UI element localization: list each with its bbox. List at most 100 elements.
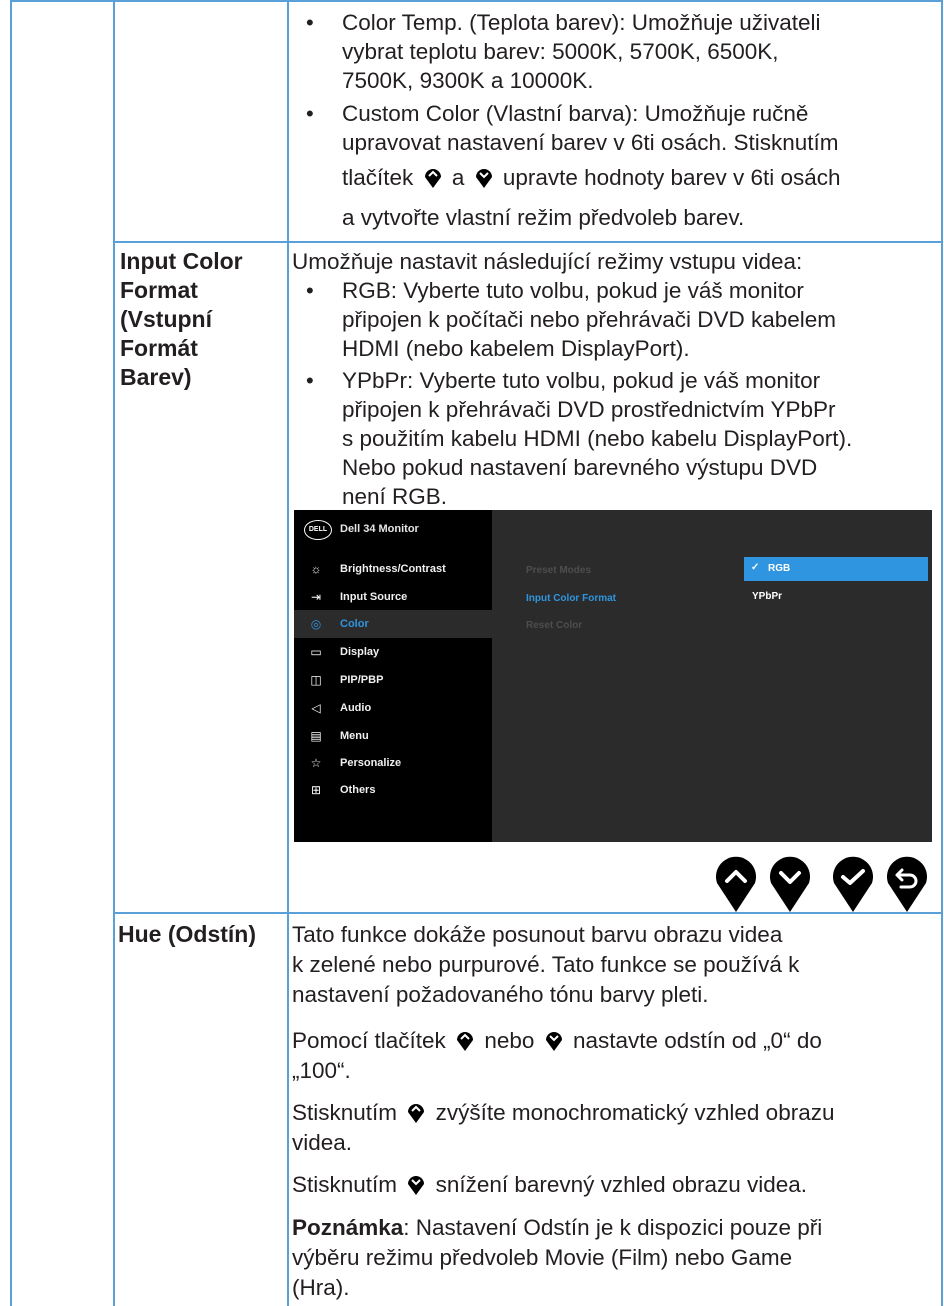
ypbpr-line-5: není RGB. — [342, 484, 448, 509]
hue-p3-b: zvýšíte monochromatický vzhled obrazu — [435, 1100, 835, 1125]
osd-menu-label: Audio — [340, 702, 372, 714]
hue-p4-a: Stisknutím — [292, 1172, 398, 1197]
up-button-icon — [408, 1104, 425, 1123]
osd-submenu-reset-color[interactable]: Reset Color — [526, 620, 582, 631]
custom-color-line-3-a: tlačítek — [342, 165, 414, 190]
ypbpr-line-4: Nebo pokud nastavení barevného výstupu D… — [342, 455, 818, 480]
osd-menu-label: PIP/PBP — [340, 674, 384, 686]
osd-menu-label: Brightness/Contrast — [340, 563, 446, 575]
osd-title: Dell 34 Monitor — [340, 523, 419, 535]
hue-p1-line-2: k zelené nebo purpurové. Tato funkce se … — [292, 952, 800, 977]
star-icon: ☆ — [310, 756, 322, 770]
bullet-dot: • — [306, 10, 314, 35]
osd-option-ypbpr[interactable]: YPbPr — [744, 585, 928, 609]
dell-logo-icon: DELL — [304, 520, 332, 540]
osd-option-label: YPbPr — [752, 591, 783, 602]
osd-option-label: RGB — [768, 563, 791, 574]
bullet-dot: • — [306, 278, 314, 303]
osd-menu-display[interactable]: ▭ Display — [294, 638, 492, 666]
chevron-down-icon[interactable] — [768, 855, 812, 913]
input-color-format-intro: Umožňuje nastavit následující režimy vst… — [292, 249, 803, 274]
input-color-format-label-3: (Vstupní — [120, 306, 212, 332]
osd-menu-audio[interactable]: ◁ Audio — [294, 694, 492, 722]
osd-menu-personalize[interactable]: ☆ Personalize — [294, 749, 492, 777]
input-color-format-label-2: Format — [120, 277, 198, 303]
menu-list-icon: ▤ — [310, 729, 322, 743]
osd-menu-label: Others — [340, 784, 376, 796]
hue-note-line-3: (Hra). — [292, 1275, 350, 1300]
osd-menu-input-source[interactable]: ⇥ Input Source — [294, 583, 492, 611]
hue-p2-line-1: Pomocí tlačítek nebo nastavte odstín od … — [292, 1026, 822, 1055]
pip-pbp-icon: ◫ — [310, 673, 322, 687]
osd-menu-color[interactable]: ◎ Color — [294, 610, 492, 638]
brightness-icon: ☼ — [310, 562, 322, 576]
osd-submenu-preset-modes[interactable]: Preset Modes — [526, 565, 591, 576]
custom-color-line-3-c: upravte hodnoty barev v 6ti osách — [502, 165, 841, 190]
rgb-line-1: RGB: Vyberte tuto volbu, pokud je váš mo… — [342, 278, 804, 303]
table-border-right — [941, 0, 943, 1306]
osd-menu-screenshot: DELL Dell 34 Monitor ☼ Brightness/Contra… — [294, 510, 932, 842]
down-button-icon — [475, 169, 492, 188]
audio-speaker-icon: ◁ — [311, 701, 321, 715]
bullet-dot: • — [306, 368, 314, 393]
osd-menu-label: Display — [340, 646, 380, 658]
hue-p3-a: Stisknutím — [292, 1100, 398, 1125]
input-color-format-label-1: Input Color — [120, 248, 243, 274]
hue-p4-line-1: Stisknutím snížení barevný vzhled obrazu… — [292, 1170, 807, 1199]
osd-menu-menu[interactable]: ▤ Menu — [294, 722, 492, 750]
hue-p2-a: Pomocí tlačítek — [292, 1028, 446, 1053]
hue-p2-b: nebo — [484, 1028, 535, 1053]
chevron-up-icon[interactable] — [714, 855, 758, 913]
checkmark-icon[interactable] — [831, 855, 875, 913]
osd-submenu-input-color-format[interactable]: Input Color Format — [526, 593, 616, 604]
up-button-icon — [457, 1032, 474, 1051]
hue-p1-line-1: Tato funkce dokáže posunout barvu obrazu… — [292, 922, 783, 947]
hue-p2-c: nastavte odstín od „0“ do — [572, 1028, 822, 1053]
osd-menu-label: Personalize — [340, 757, 402, 769]
hue-note-rest: : Nastavení Odstín je k dispozici pouze … — [403, 1215, 823, 1240]
color-temp-line-1: Color Temp. (Teplota barev): Umožňuje už… — [342, 10, 821, 35]
custom-color-line-2: upravovat nastavení barev v 6ti osách. S… — [342, 130, 839, 155]
hue-p3-line-2: videa. — [292, 1130, 353, 1155]
hue-note-line-1: Poznámka: Nastavení Odstín je k dispozic… — [292, 1213, 822, 1242]
table-row-top — [10, 0, 943, 2]
custom-color-line-1: Custom Color (Vlastní barva): Umožňuje r… — [342, 101, 809, 126]
down-button-icon — [545, 1032, 562, 1051]
color-temp-line-2: vybrat teplotu barev: 5000K, 5700K, 6500… — [342, 39, 779, 64]
bullet-dot: • — [306, 101, 314, 126]
osd-menu-brightness-contrast[interactable]: ☼ Brightness/Contrast — [294, 555, 492, 583]
osd-menu-label: Color — [340, 618, 369, 630]
input-source-icon: ⇥ — [310, 590, 322, 604]
table-row-divider-2 — [113, 912, 943, 914]
osd-menu-pip-pbp[interactable]: ◫ PIP/PBP — [294, 666, 492, 694]
input-color-format-label-4: Formát — [120, 335, 198, 361]
hue-p4-b: snížení barevný vzhled obrazu videa. — [435, 1172, 808, 1197]
color-temp-line-3: 7500K, 9300K a 10000K. — [342, 68, 594, 93]
osd-header: DELL Dell 34 Monitor — [294, 510, 932, 550]
back-arrow-icon[interactable] — [885, 855, 929, 913]
osd-menu-others[interactable]: ⊞ Others — [294, 776, 492, 804]
ypbpr-line-1: YPbPr: Vyberte tuto volbu, pokud je váš … — [342, 368, 821, 393]
table-border-left — [10, 0, 12, 1306]
rgb-line-2: připojen k počítači nebo přehrávači DVD … — [342, 307, 837, 332]
osd-menu-label: Menu — [340, 730, 369, 742]
hue-p1-line-3: nastavení požadovaného tónu barvy pleti. — [292, 982, 709, 1007]
ypbpr-line-3: s použitím kabelu HDMI (nebo kabelu Disp… — [342, 426, 853, 451]
input-color-format-label-5: Barev) — [120, 364, 192, 390]
table-border-col2 — [287, 0, 289, 1306]
hue-label: Hue (Odstín) — [118, 921, 256, 947]
down-button-icon — [408, 1176, 425, 1195]
display-monitor-icon: ▭ — [310, 645, 322, 659]
custom-color-line-4: a vytvořte vlastní režim předvoleb barev… — [342, 205, 745, 230]
table-border-col1 — [113, 0, 115, 1306]
osd-option-rgb[interactable]: ✓ RGB — [744, 557, 928, 581]
osd-menu-label: Input Source — [340, 591, 408, 603]
checkmark-icon: ✓ — [751, 562, 760, 573]
color-palette-icon: ◎ — [310, 617, 322, 631]
custom-color-line-3-b: a — [451, 165, 465, 190]
rgb-line-3: HDMI (nebo kabelem DisplayPort). — [342, 336, 690, 361]
hue-note-line-2: výběru režimu předvoleb Movie (Film) neb… — [292, 1245, 793, 1270]
hue-note-bold: Poznámka — [292, 1215, 404, 1240]
custom-color-line-3: tlačítek a upravte hodnoty barev v 6ti o… — [342, 163, 841, 192]
table-row-divider-1 — [113, 241, 943, 243]
